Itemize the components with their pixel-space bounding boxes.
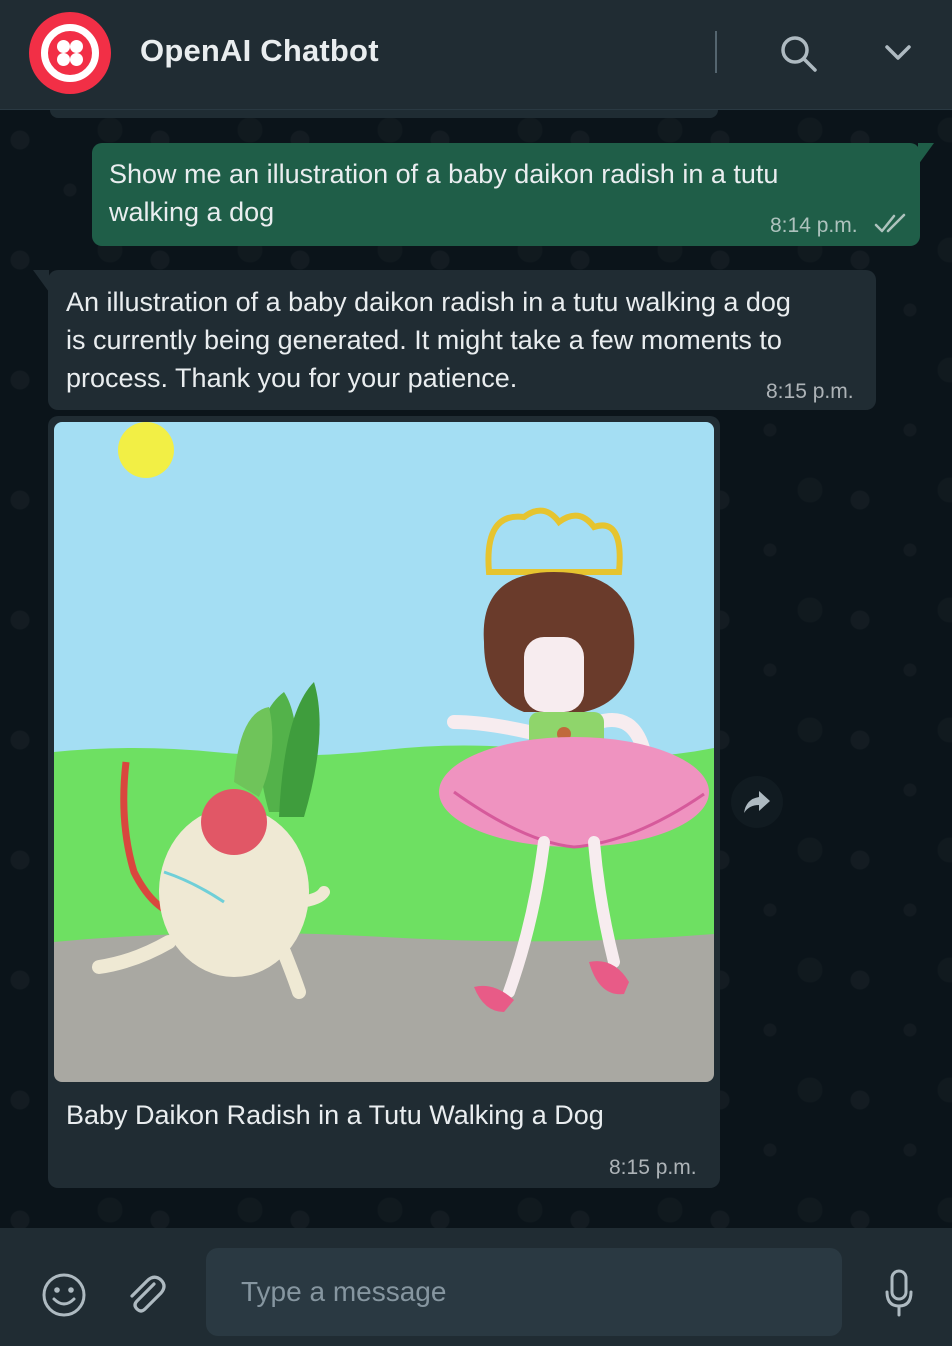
search-icon[interactable] [778,33,818,73]
avatar-dot [70,40,83,53]
emoji-icon[interactable] [40,1271,88,1319]
message-text-line: process. Thank you for your patience. [66,363,518,393]
message-text-line: is currently being generated. It might t… [66,325,782,355]
avatar-ring [41,24,99,82]
message-text-line: An illustration of a baby daikon radish … [66,287,791,317]
composer [0,1228,952,1346]
image-caption: Baby Daikon Radish in a Tutu Walking a D… [66,1100,604,1130]
message-input-wrapper [206,1248,842,1336]
avatar-dot [70,53,83,66]
chat-title[interactable]: OpenAI Chatbot [140,33,379,69]
forward-button[interactable] [731,776,783,828]
avatar-dot [57,40,70,53]
avatar-dot [57,53,70,66]
microphone-icon[interactable] [884,1268,914,1318]
chevron-down-icon[interactable] [883,42,913,64]
bubble-tail [33,270,49,292]
message-input[interactable] [206,1248,842,1336]
message-time: 8:14 p.m. [770,214,858,237]
double-check-icon [874,213,906,233]
message-time: 8:15 p.m. [766,380,854,403]
message-text-line: Show me an illustration of a baby daikon… [109,159,779,189]
paperclip-icon[interactable] [124,1272,168,1316]
twilio-logo-icon[interactable] [29,12,111,94]
chat-header: OpenAI Chatbot [0,0,952,110]
outgoing-message[interactable]: Show me an illustration of a baby daikon… [92,143,920,246]
generated-image[interactable] [54,422,714,1082]
forward-icon [744,791,770,813]
message-time: 8:15 p.m. [609,1156,697,1179]
previous-message-edge [50,110,718,118]
radish-illustration [54,422,714,1082]
message-text-line: walking a dog [109,197,275,227]
incoming-message[interactable]: An illustration of a baby daikon radish … [48,270,876,410]
bubble-tail [918,143,934,165]
header-divider [715,31,717,73]
